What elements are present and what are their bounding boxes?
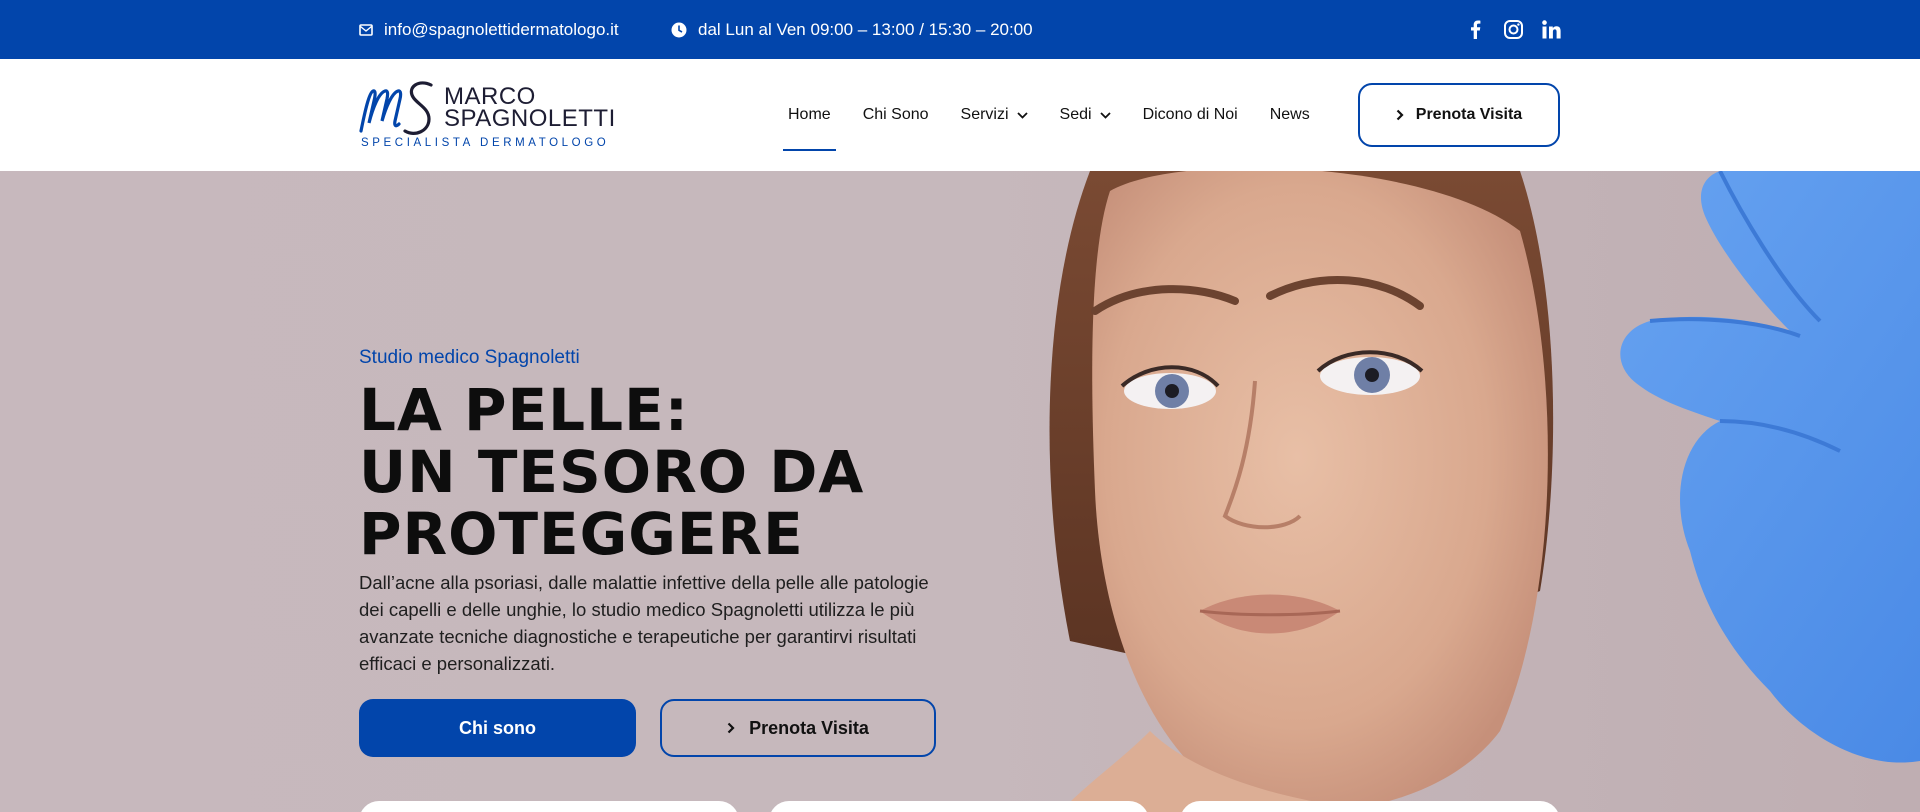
nav-item-chi-sono[interactable]: Chi Sono [858,59,934,171]
contact-email-text: info@spagnolettidermatologo.it [384,19,619,39]
social-links [1465,0,1561,59]
site-logo[interactable]: MARCO SPAGNOLETTI SPECIALISTA DERMATOLOG… [359,81,615,151]
nav-item-news[interactable]: News [1265,59,1315,171]
logo-tagline: SPECIALISTA DERMATOLOGO [361,137,610,149]
nav-item-label: Sedi [1059,106,1092,123]
nav-item-label: Chi Sono [862,106,929,123]
about-button[interactable]: Chi sono [359,699,636,757]
instagram-icon[interactable] [1503,20,1523,40]
facebook-icon[interactable] [1465,20,1485,40]
ms-monogram-logo [359,81,433,135]
nav-item-servizi[interactable]: Servizi [956,59,1033,171]
about-button-label: Chi sono [459,717,536,738]
site-header: MARCO SPAGNOLETTI SPECIALISTA DERMATOLOG… [0,59,1920,171]
chevron-down-icon [1099,111,1111,119]
nav-item-label: Servizi [960,106,1009,123]
contact-email[interactable]: info@spagnolettidermatologo.it [359,0,619,59]
hero-description: Dall’acne alla psoriasi, dalle malattie … [359,572,929,674]
chevron-right-icon [1396,109,1404,121]
nav-item-label: News [1269,106,1310,123]
hero-kicker: Studio medico Spagnoletti [359,347,580,368]
book-visit-header-button[interactable]: Prenota Visita [1358,83,1560,147]
top-bar: info@spagnolettidermatologo.it dal Lun a… [0,0,1920,59]
linkedin-icon[interactable] [1541,20,1561,40]
chevron-down-icon [1016,111,1028,119]
chevron-right-icon [727,722,735,734]
hero-title-line: UN TESORO DA [359,438,865,506]
book-visit-hero-button[interactable]: Prenota Visita [660,699,936,757]
opening-hours-text: dal Lun al Ven 09:00 – 13:00 / 15:30 – 2… [698,19,1033,39]
nav-item-label: Dicono di Noi [1142,106,1238,123]
logo-last-name: SPAGNOLETTI [444,105,616,132]
service-card[interactable] [1180,801,1560,812]
service-card[interactable] [769,801,1149,812]
clock-icon [671,22,687,37]
hero-image-woman-face [1049,171,1920,812]
nav-item-dicono-di-noi[interactable]: Dicono di Noi [1138,59,1243,171]
nav-item-home[interactable]: Home [783,59,836,171]
hero-title-line: PROTEGGERE [359,500,804,568]
book-visit-hero-label: Prenota Visita [749,717,869,738]
hero-title-line: LA PELLE: [359,376,689,444]
service-card[interactable] [359,801,739,812]
hero-section: Studio medico Spagnoletti LA PELLE: UN T… [0,171,1920,812]
logo-wordmark: MARCO SPAGNOLETTI [444,85,616,132]
mail-icon [359,23,373,36]
main-nav: Home Chi Sono Servizi Sedi Dicono di Noi… [783,59,1315,171]
hero-title: LA PELLE: UN TESORO DA PROTEGGERE [359,379,979,565]
opening-hours: dal Lun al Ven 09:00 – 13:00 / 15:30 – 2… [671,0,1033,59]
nav-item-sedi[interactable]: Sedi [1055,59,1116,171]
book-visit-header-label: Prenota Visita [1415,106,1523,123]
nav-item-label: Home [788,106,831,123]
